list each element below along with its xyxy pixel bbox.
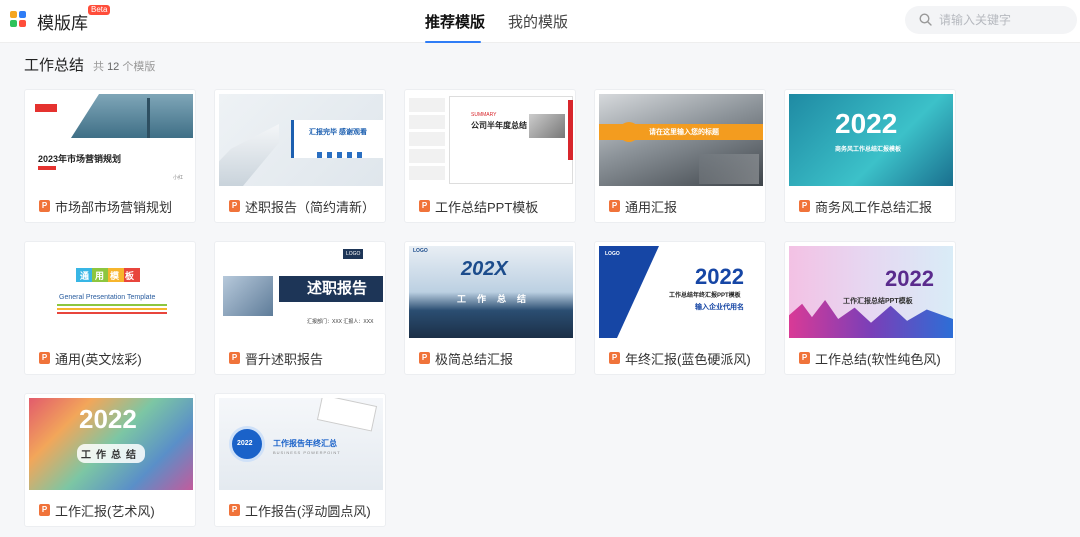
top-header: 模版库 Beta 推荐模版 我的模版 — [0, 0, 1080, 43]
thumb-title: 述职报告 — [307, 280, 368, 297]
template-thumbnail: LOGO 2022 工作总结年终汇报PPT模板 输入企业代用名 — [599, 246, 763, 338]
thumb-sub: 汇报部门：XXX 汇报人：XXX — [307, 319, 374, 325]
template-thumbnail: SUMMARY 公司半年度总结 — [409, 94, 573, 186]
template-name: 工作总结(软性纯色风) — [815, 351, 941, 367]
template-card[interactable]: 2022 商务风工作总结汇报模板 P 商务风工作总结汇报 — [784, 89, 956, 223]
template-name: 晋升述职报告 — [245, 351, 324, 367]
thumb-small: SUMMARY — [471, 112, 497, 118]
template-card[interactable]: 2022 工作汇报总结PPT模板 P 工作总结(软性纯色风) — [784, 241, 956, 375]
thumb-title: 202X — [461, 258, 508, 280]
template-name: 工作报告(浮动圆点风) — [245, 503, 371, 519]
thumb-small: LOGO — [605, 251, 620, 257]
template-thumbnail: 2022 商务风工作总结汇报模板 — [789, 94, 953, 186]
thumb-small: LOGO — [343, 249, 364, 259]
template-name: 市场部市场营销规划 — [55, 199, 173, 215]
tab-recommended-templates[interactable]: 推荐模版 — [425, 11, 485, 32]
thumb-title: 2022 — [885, 266, 934, 291]
ppt-file-icon: P — [229, 352, 240, 364]
thumb-sub: General Presentation Template — [59, 294, 156, 301]
template-card[interactable]: 通用模板 General Presentation Template P 通用(… — [24, 241, 196, 375]
template-name: 通用(英文炫彩) — [55, 351, 142, 367]
thumb-sub: 工作汇报总结PPT模板 — [843, 298, 913, 305]
tab-my-templates[interactable]: 我的模版 — [508, 11, 568, 32]
template-card[interactable]: 请在这里输入您的标题 P 通用汇报 — [594, 89, 766, 223]
template-name: 工作汇报(艺术风) — [55, 503, 155, 519]
template-card[interactable]: LOGO 2022 工作总结年终汇报PPT模板 输入企业代用名 P 年终汇报(蓝… — [594, 241, 766, 375]
thumb-sub: 工作总结年终汇报PPT模板 — [669, 293, 741, 299]
search-box[interactable] — [905, 6, 1077, 34]
template-card[interactable]: LOGO 述职报告 汇报部门：XXX 汇报人：XXX P 晋升述职报告 — [214, 241, 386, 375]
thumb-title: 请在这里输入您的标题 — [649, 129, 719, 136]
template-thumbnail: LOGO 202X 工作总结 — [409, 246, 573, 338]
count-suffix: 个模版 — [122, 61, 156, 73]
search-input[interactable] — [939, 10, 1069, 30]
template-thumbnail: 2022 工作汇报总结PPT模板 — [789, 246, 953, 338]
thumb-title: 汇报完毕 感谢观看 — [309, 129, 367, 136]
app-logo-icon — [10, 11, 26, 27]
thumb-title: 2022 — [79, 404, 137, 434]
template-card[interactable]: 2022 工作总结 P 工作汇报(艺术风) — [24, 393, 196, 527]
template-card[interactable]: 2023年市场营销规划 小红 P 市场部市场营销规划 — [24, 89, 196, 223]
template-thumbnail: 通用模板 General Presentation Template — [29, 246, 193, 338]
ppt-file-icon: P — [39, 352, 50, 364]
template-card[interactable]: 2022 工作报告年终汇总 BUSINESS POWERPOINT P 工作报告… — [214, 393, 386, 527]
ppt-file-icon: P — [609, 200, 620, 212]
thumb-small: 小红 — [173, 175, 184, 181]
ppt-file-icon: P — [609, 352, 620, 364]
thumb-sub: 商务风工作总结汇报模板 — [835, 147, 902, 153]
template-thumbnail: LOGO 述职报告 汇报部门：XXX 汇报人：XXX — [219, 246, 383, 338]
template-thumbnail: 2023年市场营销规划 小红 — [29, 94, 193, 186]
ppt-file-icon: P — [799, 200, 810, 212]
thumb-title: 通用模板 — [80, 271, 141, 281]
ppt-file-icon: P — [799, 352, 810, 364]
template-name: 年终汇报(蓝色硬派风) — [625, 351, 751, 367]
thumb-sub2: 输入企业代用名 — [695, 304, 744, 311]
template-thumbnail: 2022 工作总结 — [29, 398, 193, 490]
thumb-title: 2022 — [695, 264, 744, 289]
ppt-file-icon: P — [39, 200, 50, 212]
template-name: 工作总结PPT模板 — [435, 199, 539, 215]
search-icon — [919, 13, 932, 26]
template-count: 共 12 个模版 — [93, 58, 155, 74]
template-thumbnail: 汇报完毕 感谢观看 — [219, 94, 383, 186]
thumb-sub: 工作总结 — [77, 444, 145, 463]
template-card[interactable]: LOGO 202X 工作总结 P 极简总结汇报 — [404, 241, 576, 375]
template-name: 通用汇报 — [625, 199, 678, 215]
thumb-title: 2023年市场营销规划 — [38, 154, 122, 164]
thumb-small: LOGO — [413, 248, 428, 254]
count-prefix: 共 — [93, 61, 104, 73]
thumb-title: 工作报告年终汇总 — [273, 439, 337, 448]
thumb-small: 2022 — [237, 440, 253, 447]
ppt-file-icon: P — [39, 504, 50, 516]
ppt-file-icon: P — [419, 200, 430, 212]
active-tab-indicator — [425, 41, 481, 43]
thumb-title: 公司半年度总结 — [471, 121, 527, 130]
beta-badge: Beta — [88, 5, 111, 15]
template-thumbnail: 请在这里输入您的标题 — [599, 94, 763, 186]
section-title: 工作总结 — [24, 57, 85, 74]
app-title: 模版库 — [37, 14, 88, 33]
ppt-file-icon: P — [419, 352, 430, 364]
ppt-file-icon: P — [229, 200, 240, 212]
ppt-file-icon: P — [229, 504, 240, 516]
thumb-sub: 工作总结 — [457, 294, 538, 304]
thumb-sub: BUSINESS POWERPOINT — [273, 450, 341, 455]
template-card[interactable]: 汇报完毕 感谢观看 P 述职报告（简约清新） — [214, 89, 386, 223]
thumb-title: 2022 — [835, 108, 898, 139]
template-thumbnail: 2022 工作报告年终汇总 BUSINESS POWERPOINT — [219, 398, 383, 490]
template-name: 述职报告（简约清新） — [245, 199, 376, 215]
template-name: 商务风工作总结汇报 — [815, 199, 933, 215]
count-number: 12 — [107, 61, 120, 73]
template-name: 极简总结汇报 — [435, 351, 514, 367]
template-card[interactable]: SUMMARY 公司半年度总结 P 工作总结PPT模板 — [404, 89, 576, 223]
